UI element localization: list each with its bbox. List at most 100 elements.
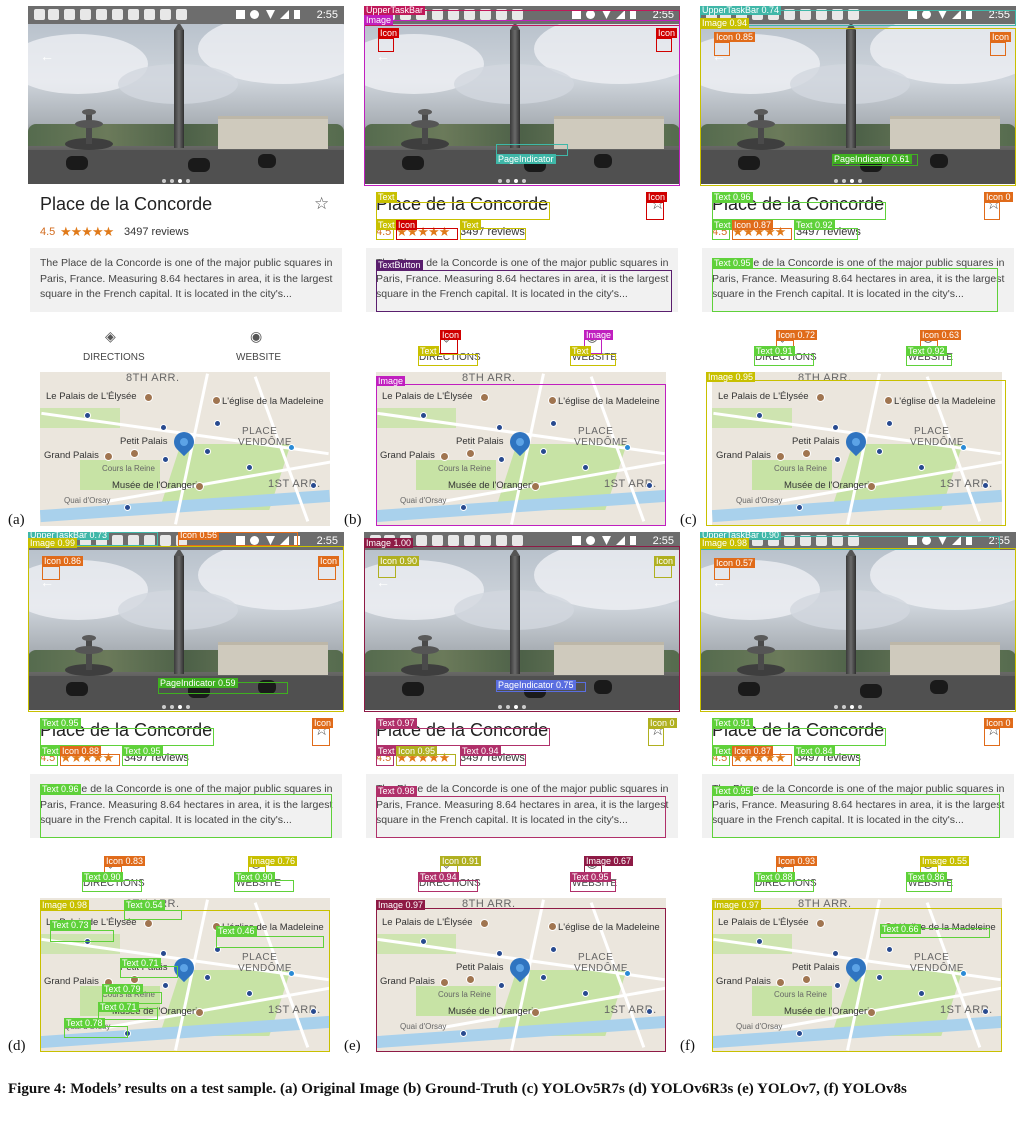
detection-label: Text 0.88	[754, 872, 795, 882]
detection-box	[984, 728, 1000, 746]
detection-label: Text 0.84	[794, 746, 835, 756]
detection-box	[712, 728, 886, 746]
detection-label: Text 0.94	[460, 746, 501, 756]
detection-label: Image 0.76	[248, 856, 298, 866]
detection-box	[318, 566, 336, 580]
detection-label: Icon 0	[984, 718, 1013, 728]
detection-label: Text 0.71	[120, 958, 161, 968]
detection-label: Text	[460, 220, 481, 230]
detection-box	[40, 728, 214, 746]
detection-label: Image 1.00	[364, 538, 414, 548]
review-count: 3497 reviews	[124, 226, 189, 238]
detection-label: Icon 0.87	[732, 746, 774, 756]
detection-label: Icon	[312, 718, 334, 728]
detection-label: Image 0.98	[40, 900, 90, 910]
detection-box	[714, 42, 730, 56]
map-label-madeleine: L'église de la Madeleine	[222, 396, 324, 407]
star-icon[interactable]: ☆	[314, 194, 329, 214]
detection-box	[984, 202, 1000, 220]
detection-label: Text 0.96	[40, 784, 81, 794]
detection-label: Text 0.97	[376, 718, 417, 728]
detection-label: Icon 0.90	[378, 556, 420, 566]
rating-value: 4.5	[40, 226, 56, 238]
detection-label: Text 0.96	[712, 192, 753, 202]
detection-label: Icon 0.85	[714, 32, 756, 42]
detection-label: Text	[570, 346, 591, 356]
detection-label: Text 0.90	[82, 872, 123, 882]
map-label-petit-palais: Petit Palais	[120, 436, 168, 447]
detection-label: Text 0.95	[122, 746, 163, 756]
detection-label: Text 0.78	[64, 1018, 105, 1028]
map-label-vendome: VENDÔME	[238, 437, 293, 448]
detection-label: Text 0.79	[102, 984, 143, 994]
detection-label: Text 0.92	[906, 346, 947, 356]
map-label-quai: Quai d'Orsay	[64, 496, 111, 505]
directions-icon[interactable]: ◈	[105, 328, 116, 345]
detection-label: Icon 0.93	[776, 856, 818, 866]
panel-e: 2:55 ← Place de la Concorde ☆ 4.5 ★★★★★ …	[364, 532, 680, 1052]
map-label-8th-arr: 8TH ARR.	[126, 372, 180, 384]
detection-label: Icon	[654, 556, 676, 566]
back-icon[interactable]: ←	[40, 48, 54, 64]
detection-label: Icon	[378, 28, 400, 38]
detection-label: Icon 0.63	[920, 330, 962, 340]
detection-box	[440, 338, 458, 354]
detection-box	[712, 268, 998, 312]
panel-f: 2:55 ← Place de la Concorde ☆ 4.5 ★★★★★ …	[700, 532, 1016, 1052]
detection-box	[646, 202, 664, 220]
detection-label: Image	[376, 376, 406, 386]
detection-label: Text 0.91	[712, 718, 753, 728]
website-icon[interactable]: ◉	[250, 328, 262, 345]
detection-label: Image	[584, 330, 614, 340]
detection-label: PageIndicator 0.59	[158, 678, 238, 688]
detection-label: Icon 0.86	[42, 556, 84, 566]
detection-label: PageIndicator 0.61	[832, 154, 912, 164]
directions-label[interactable]: DIRECTIONS	[83, 352, 145, 363]
location-map[interactable]: 8TH ARR. Le Palais de L'Élysée L'église …	[40, 372, 330, 526]
detection-box	[216, 936, 324, 948]
wifi-icon	[266, 10, 275, 19]
detection-box	[990, 42, 1006, 56]
detection-label: Image 0.98	[700, 538, 750, 548]
detection-label: TextButton	[376, 260, 423, 270]
status-bar: 2:55	[28, 6, 344, 24]
panel-label-d: (d)	[8, 1038, 26, 1054]
detection-box	[712, 202, 886, 220]
detection-box	[378, 38, 394, 52]
battery-icon	[630, 536, 636, 545]
status-time: 2:55	[316, 9, 338, 21]
detection-label: Text	[712, 746, 733, 756]
detection-label: Text 0.95	[712, 258, 753, 268]
signal-icon	[616, 536, 625, 545]
detection-box	[700, 548, 1016, 712]
detection-box	[648, 728, 664, 746]
detection-box	[312, 728, 330, 746]
rating-stars: ★★★★★	[60, 224, 114, 239]
detection-label: Icon 0	[648, 718, 677, 728]
detection-box	[376, 908, 666, 1052]
detection-box	[50, 930, 114, 942]
panel-b: 2:55 ← Place de la Concorde ☆ 4.5 ★★★★★ …	[364, 6, 680, 526]
detection-box	[712, 794, 1000, 838]
panel-d: 2:55 ← Place de la Concorde ☆ 4.5 ★★★★★ …	[28, 532, 344, 1052]
detection-label: Icon	[440, 330, 462, 340]
detection-label: Icon	[318, 556, 340, 566]
detection-label: Image	[364, 15, 394, 25]
detection-label: Text 0.54	[124, 900, 165, 910]
detection-box	[376, 270, 672, 312]
place-title: Place de la Concorde	[40, 194, 213, 214]
detection-box	[654, 564, 672, 578]
panel-label-f: (f)	[680, 1038, 695, 1054]
detection-label: PageIndicator	[496, 154, 556, 164]
detection-box	[376, 202, 550, 220]
alarm-icon	[586, 536, 595, 545]
map-label-place: PLACE	[242, 426, 278, 437]
detection-box	[124, 910, 182, 920]
detection-label: Image 0.97	[712, 900, 762, 910]
detection-label: Icon 0.88	[60, 746, 102, 756]
website-label[interactable]: WEBSITE	[236, 352, 281, 363]
detection-label: Text 0.66	[880, 924, 921, 934]
detection-label: Text 0.86	[906, 872, 947, 882]
panel-c: 2:55 ← Place de la Concorde ☆ 4.5 ★★★★★ …	[700, 6, 1016, 526]
detection-label: Image 0.94	[700, 18, 750, 28]
